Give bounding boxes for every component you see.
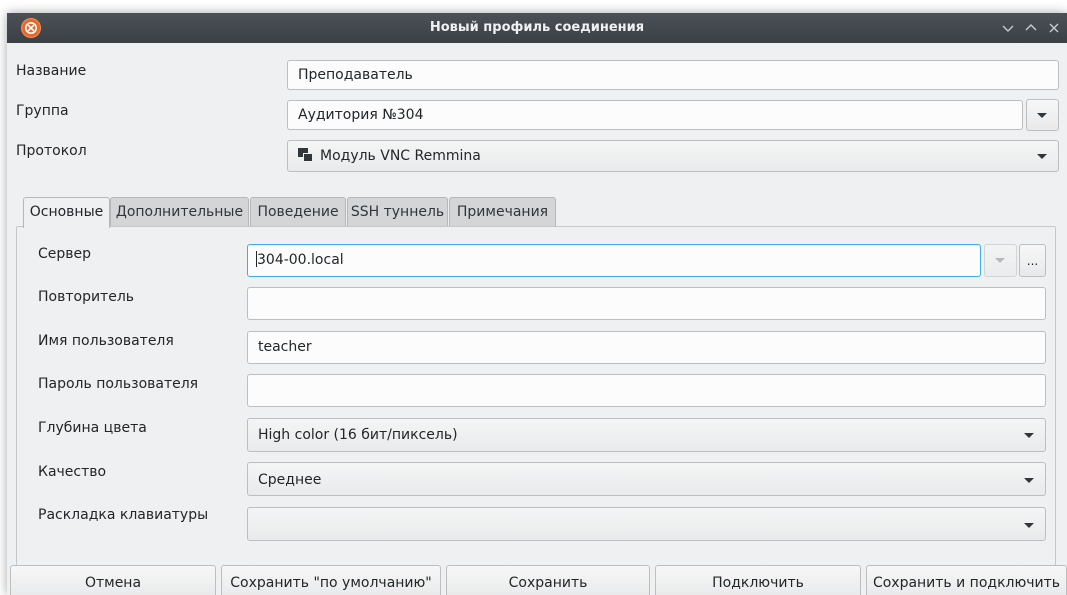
maximize-button[interactable] — [1024, 21, 1038, 35]
repeater-label: Повторитель — [38, 289, 135, 305]
group-label: Группа — [16, 103, 69, 119]
chevron-down-icon — [1037, 154, 1047, 159]
minimize-button[interactable] — [1001, 21, 1015, 35]
color-depth-label: Глубина цвета — [38, 420, 147, 436]
quality-select[interactable]: Среднее — [247, 462, 1046, 496]
quality-value: Среднее — [258, 472, 322, 488]
save-as-default-button[interactable]: Сохранить "по умолчанию" — [221, 565, 441, 595]
quality-label: Качество — [38, 464, 107, 480]
close-icon — [1049, 23, 1059, 33]
cancel-button[interactable]: Отмена — [10, 565, 216, 595]
server-label: Сервер — [38, 246, 92, 262]
tab-ssh-tunnel[interactable]: SSH туннель — [347, 197, 448, 226]
repeater-field[interactable] — [247, 287, 1046, 320]
password-label: Пароль пользователя — [38, 376, 199, 392]
window-title: Новый профиль соединения — [429, 20, 645, 35]
tab-notes[interactable]: Примечания — [449, 197, 556, 226]
title-bar[interactable]: Новый профиль соединения — [7, 13, 1067, 43]
tab-advanced[interactable]: Дополнительные — [110, 197, 249, 226]
server-field[interactable]: 304-00.local — [247, 244, 981, 277]
vnc-plugin-icon — [298, 148, 314, 162]
username-field[interactable]: teacher — [247, 331, 1046, 364]
group-field[interactable]: Аудитория №304 — [287, 100, 1023, 130]
chevron-down-icon — [1024, 478, 1034, 483]
protocol-value: Модуль VNC Remmina — [320, 148, 481, 164]
tab-basic[interactable]: Основные — [23, 197, 110, 228]
close-button[interactable] — [1047, 21, 1061, 35]
save-and-connect-button[interactable]: Сохранить и подключить — [866, 565, 1067, 595]
keymap-select[interactable] — [247, 507, 1046, 541]
chevron-down-icon — [1037, 113, 1047, 118]
color-depth-select[interactable]: High color (16 бит/пиксель) — [247, 418, 1046, 452]
connect-button[interactable]: Подключить — [655, 565, 861, 595]
protocol-label: Протокол — [16, 143, 87, 159]
chevron-down-icon — [1002, 25, 1014, 32]
save-button[interactable]: Сохранить — [446, 565, 650, 595]
server-history-button[interactable] — [984, 244, 1017, 277]
server-value: 304-00.local — [257, 252, 344, 268]
protocol-select[interactable]: Модуль VNC Remmina — [287, 140, 1059, 172]
keymap-label: Раскладка клавиатуры — [38, 507, 209, 523]
server-browse-button[interactable]: ... — [1019, 244, 1046, 277]
connection-profile-dialog: Новый профиль соединения Название Препод… — [7, 13, 1067, 595]
color-depth-value: High color (16 бит/пиксель) — [258, 427, 458, 443]
username-label: Имя пользователя — [38, 333, 174, 349]
name-label: Название — [16, 63, 87, 79]
name-field[interactable]: Преподаватель — [287, 60, 1059, 90]
chevron-down-icon — [1024, 433, 1034, 438]
chevron-down-icon — [1024, 523, 1034, 528]
tab-behavior[interactable]: Поведение — [250, 197, 346, 226]
password-field[interactable] — [247, 374, 1046, 407]
chevron-down-icon — [995, 258, 1005, 263]
chevron-up-icon — [1025, 24, 1037, 31]
group-dropdown-button[interactable] — [1026, 99, 1059, 131]
